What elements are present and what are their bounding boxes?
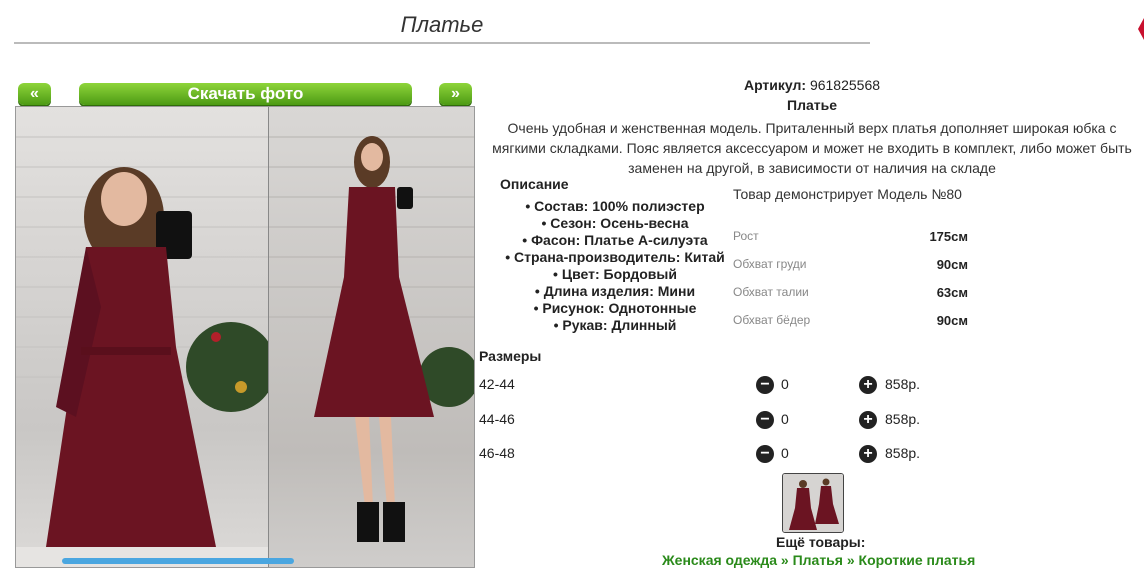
crumb-dresses[interactable]: Платья xyxy=(793,552,843,568)
size-row: 44-46 − 0 + 858р. xyxy=(479,411,979,431)
prev-photo-button[interactable]: « xyxy=(18,83,51,105)
crumb-separator: » xyxy=(780,552,789,568)
product-description: Очень удобная и женственная модель. Прит… xyxy=(480,118,1144,178)
corner-ribbon-icon xyxy=(1138,18,1144,40)
crumb-women-clothing[interactable]: Женская одежда xyxy=(662,552,777,568)
size-label: 46-48 xyxy=(479,445,515,461)
size-price: 858р. xyxy=(885,376,921,392)
qty-value: 0 xyxy=(781,376,789,392)
bottom-scroll-bar[interactable] xyxy=(62,558,294,564)
photo-left-pane xyxy=(16,107,276,567)
product-photo[interactable] xyxy=(15,106,475,568)
crumb-short-dresses[interactable]: Короткие платья xyxy=(859,552,976,568)
property-item: Страна-производитель: Китай xyxy=(495,249,735,266)
property-item: Цвет: Бордовый xyxy=(495,266,735,283)
next-photo-button[interactable]: » xyxy=(439,83,472,105)
decrease-qty-button[interactable]: − xyxy=(756,376,774,394)
measurement-label: Обхват талии xyxy=(733,285,809,299)
increase-qty-button[interactable]: + xyxy=(859,411,877,429)
photo-thumbnail[interactable] xyxy=(782,473,844,533)
decrease-qty-button[interactable]: − xyxy=(756,411,774,429)
measurement-label: Обхват бёдер xyxy=(733,313,811,327)
model-front-image xyxy=(16,136,276,567)
download-photo-button[interactable]: Скачать фото xyxy=(79,83,412,105)
photo-right-pane xyxy=(268,107,474,567)
decrease-qty-button[interactable]: − xyxy=(756,445,774,463)
measurement-row: Обхват бёдер 90см xyxy=(733,313,968,333)
model-note: Товар демонстрирует Модель №80 xyxy=(733,186,962,202)
size-row: 46-48 − 0 + 858р. xyxy=(479,445,979,465)
increase-qty-button[interactable]: + xyxy=(859,376,877,394)
model-full-image xyxy=(269,136,474,542)
property-list: Состав: 100% полиэстер Сезон: Осень-весн… xyxy=(495,198,735,334)
measurement-label: Обхват груди xyxy=(733,257,807,271)
measurement-value: 90см xyxy=(936,257,968,272)
measurement-value: 175см xyxy=(929,229,968,244)
more-products-heading: Ещё товары: xyxy=(776,534,866,550)
property-item: Длина изделия: Мини xyxy=(495,283,735,300)
crumb-separator: » xyxy=(846,552,855,568)
product-name: Платье xyxy=(787,97,837,113)
article-line: Артикул: 961825568 xyxy=(480,77,1144,93)
measurement-row: Рост 175см xyxy=(733,229,968,249)
measurement-label: Рост xyxy=(733,229,759,243)
property-item: Состав: 100% полиэстер xyxy=(495,198,735,215)
property-item: Рисунок: Однотонные xyxy=(495,300,735,317)
page-title: Платье xyxy=(14,10,870,44)
increase-qty-button[interactable]: + xyxy=(859,445,877,463)
size-price: 858р. xyxy=(885,445,921,461)
measurement-value: 90см xyxy=(936,313,968,328)
thumbnail-image xyxy=(783,474,843,532)
size-label: 44-46 xyxy=(479,411,515,427)
description-line: Очень удобная и женственная модель. Прит… xyxy=(507,120,1117,136)
description-line: мягкими складками. Пояс является аксессу… xyxy=(492,140,1132,156)
measurement-value: 63см xyxy=(936,285,968,300)
property-item: Фасон: Платье А-силуэта xyxy=(495,232,735,249)
description-heading: Описание xyxy=(500,176,569,192)
measurement-row: Обхват талии 63см xyxy=(733,285,968,305)
description-line: заменен на другой, в зависимости от нали… xyxy=(628,160,996,176)
property-item: Рукав: Длинный xyxy=(495,317,735,334)
category-breadcrumb: Женская одежда » Платья » Короткие плать… xyxy=(662,552,975,568)
article-value: 961825568 xyxy=(809,77,881,93)
size-label: 42-44 xyxy=(479,376,515,392)
qty-value: 0 xyxy=(781,445,789,461)
measurement-row: Обхват груди 90см xyxy=(733,257,968,277)
property-item: Сезон: Осень-весна xyxy=(495,215,735,232)
sizes-heading: Размеры xyxy=(479,348,542,364)
article-label: Артикул: xyxy=(743,77,807,93)
size-price: 858р. xyxy=(885,411,921,427)
size-row: 42-44 − 0 + 858р. xyxy=(479,376,979,396)
qty-value: 0 xyxy=(781,411,789,427)
